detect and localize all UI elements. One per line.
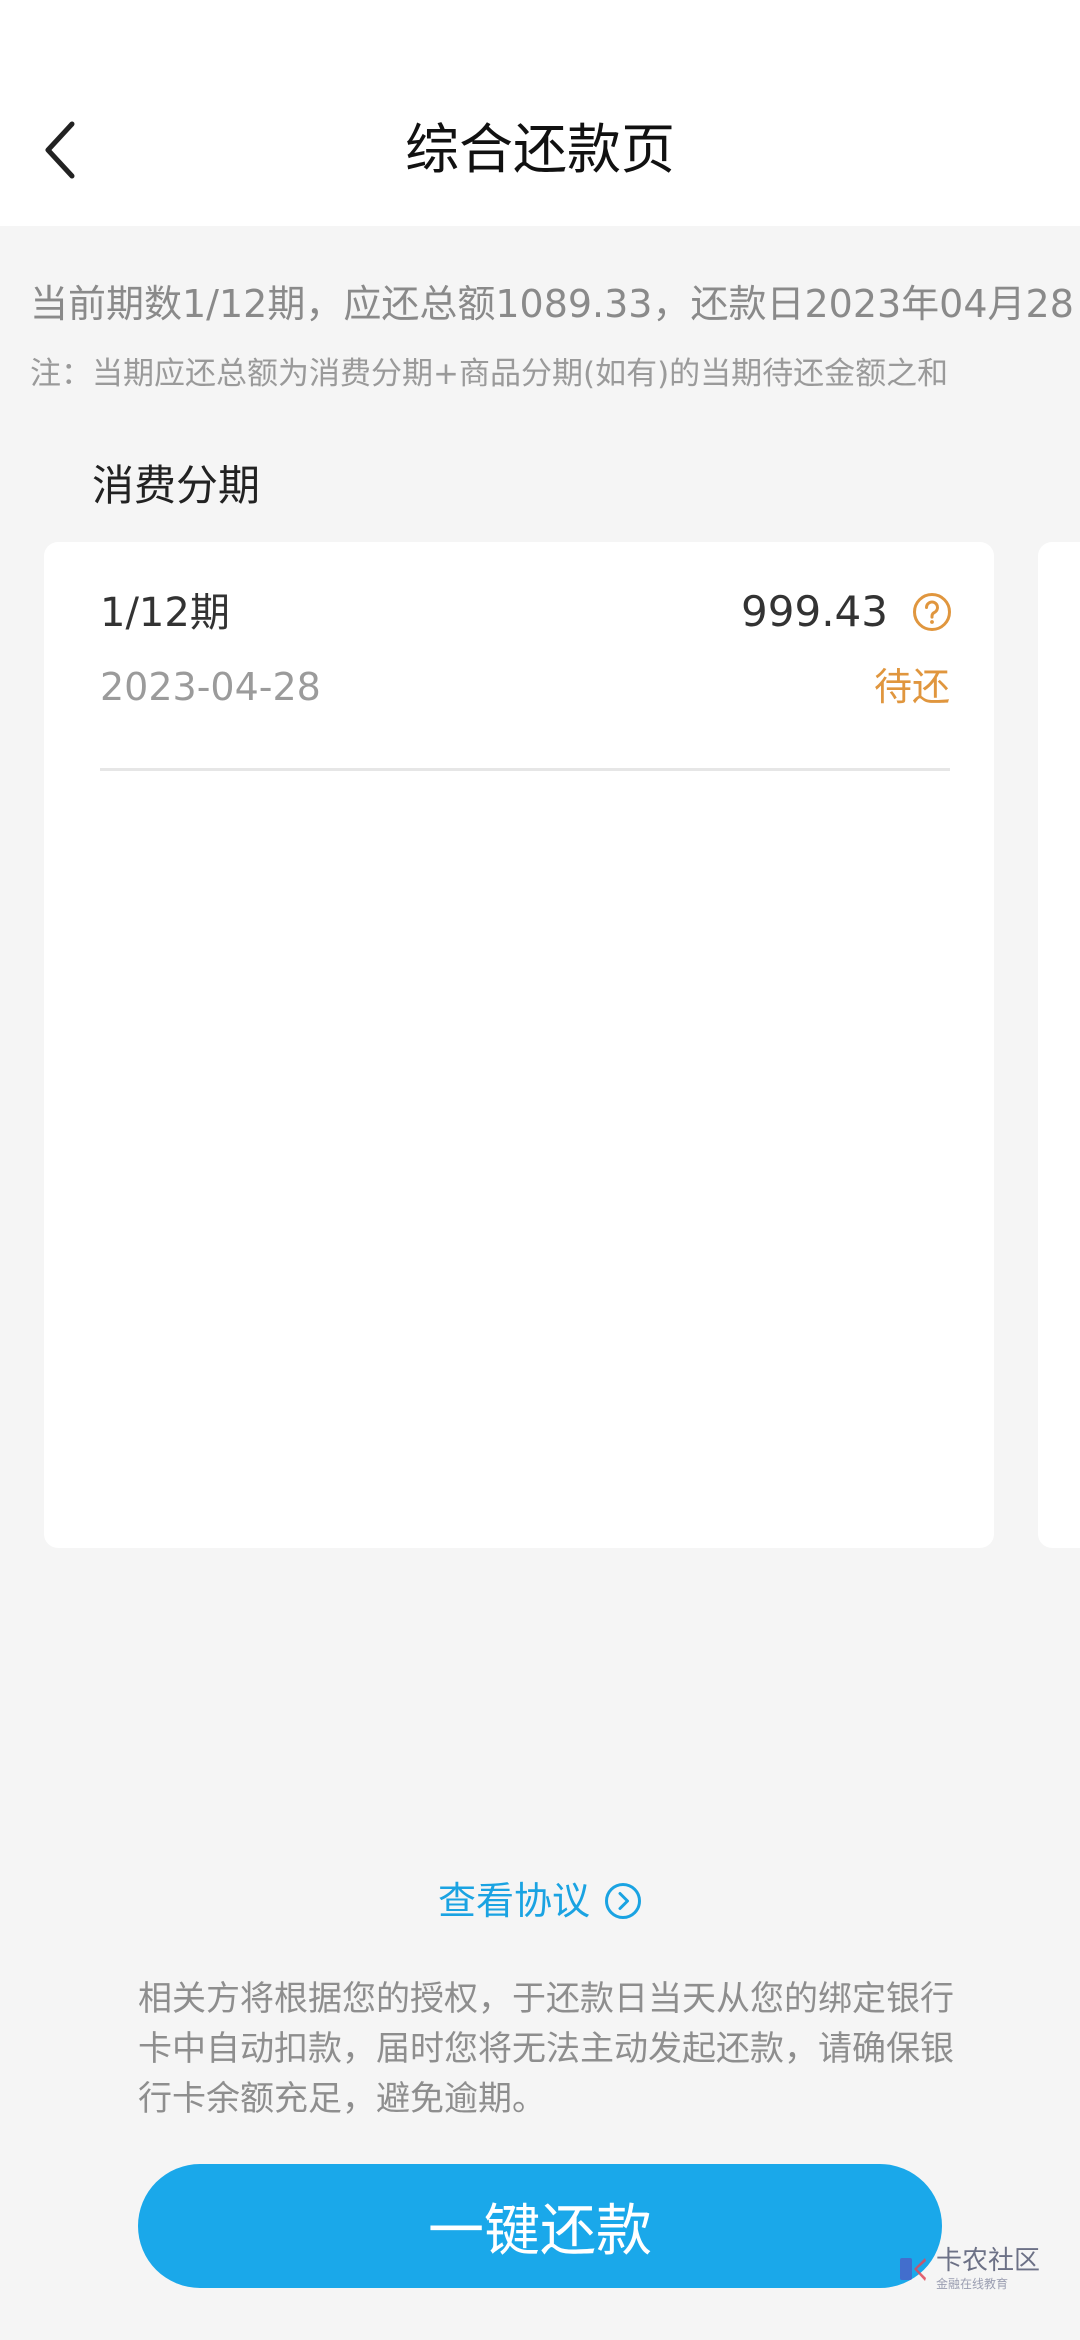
repayment-summary: 当前期数1/12期，应还总额1089.33，还款日2023年04月28日 xyxy=(30,282,1080,326)
watermark-logo: 卡农社区 金融在线教育 xyxy=(898,2248,1040,2290)
view-agreement-link[interactable]: 查看协议 xyxy=(0,1876,1080,1926)
top-bar: 综合还款页 xyxy=(0,0,1080,226)
summary-note: 注：当期应还总额为消费分期+商品分期(如有)的当期待还金额之和 xyxy=(30,356,949,392)
card-divider xyxy=(100,768,950,771)
watermark-main: 卡农社区 xyxy=(936,2246,1041,2276)
installment-card: 1/12期 999.43 2023-04-28 待还 xyxy=(44,542,994,1548)
kanong-logo-icon xyxy=(900,2258,926,2281)
chevron-right-circle-icon xyxy=(605,1883,641,1919)
status-badge: 待还 xyxy=(873,665,950,709)
watermark-sub: 金融在线教育 xyxy=(936,2277,1009,2291)
question-circle-icon xyxy=(913,593,951,631)
section-title: 消费分期 xyxy=(92,461,261,510)
help-button[interactable] xyxy=(912,592,952,632)
auto-debit-disclaimer: 相关方将根据您的授权，于还款日当天从您的绑定银行卡中自动扣款，届时您将无法主动发… xyxy=(138,1979,954,2119)
due-date: 2023-04-28 xyxy=(100,665,321,709)
agreement-label: 查看协议 xyxy=(437,1879,590,1923)
installment-amount: 999.43 xyxy=(741,587,888,636)
installment-period: 1/12期 xyxy=(100,590,230,636)
one-click-repay-button[interactable]: 一键还款 xyxy=(138,2164,942,2288)
next-card-peek[interactable] xyxy=(1038,542,1080,1548)
page-title: 综合还款页 xyxy=(405,118,675,181)
